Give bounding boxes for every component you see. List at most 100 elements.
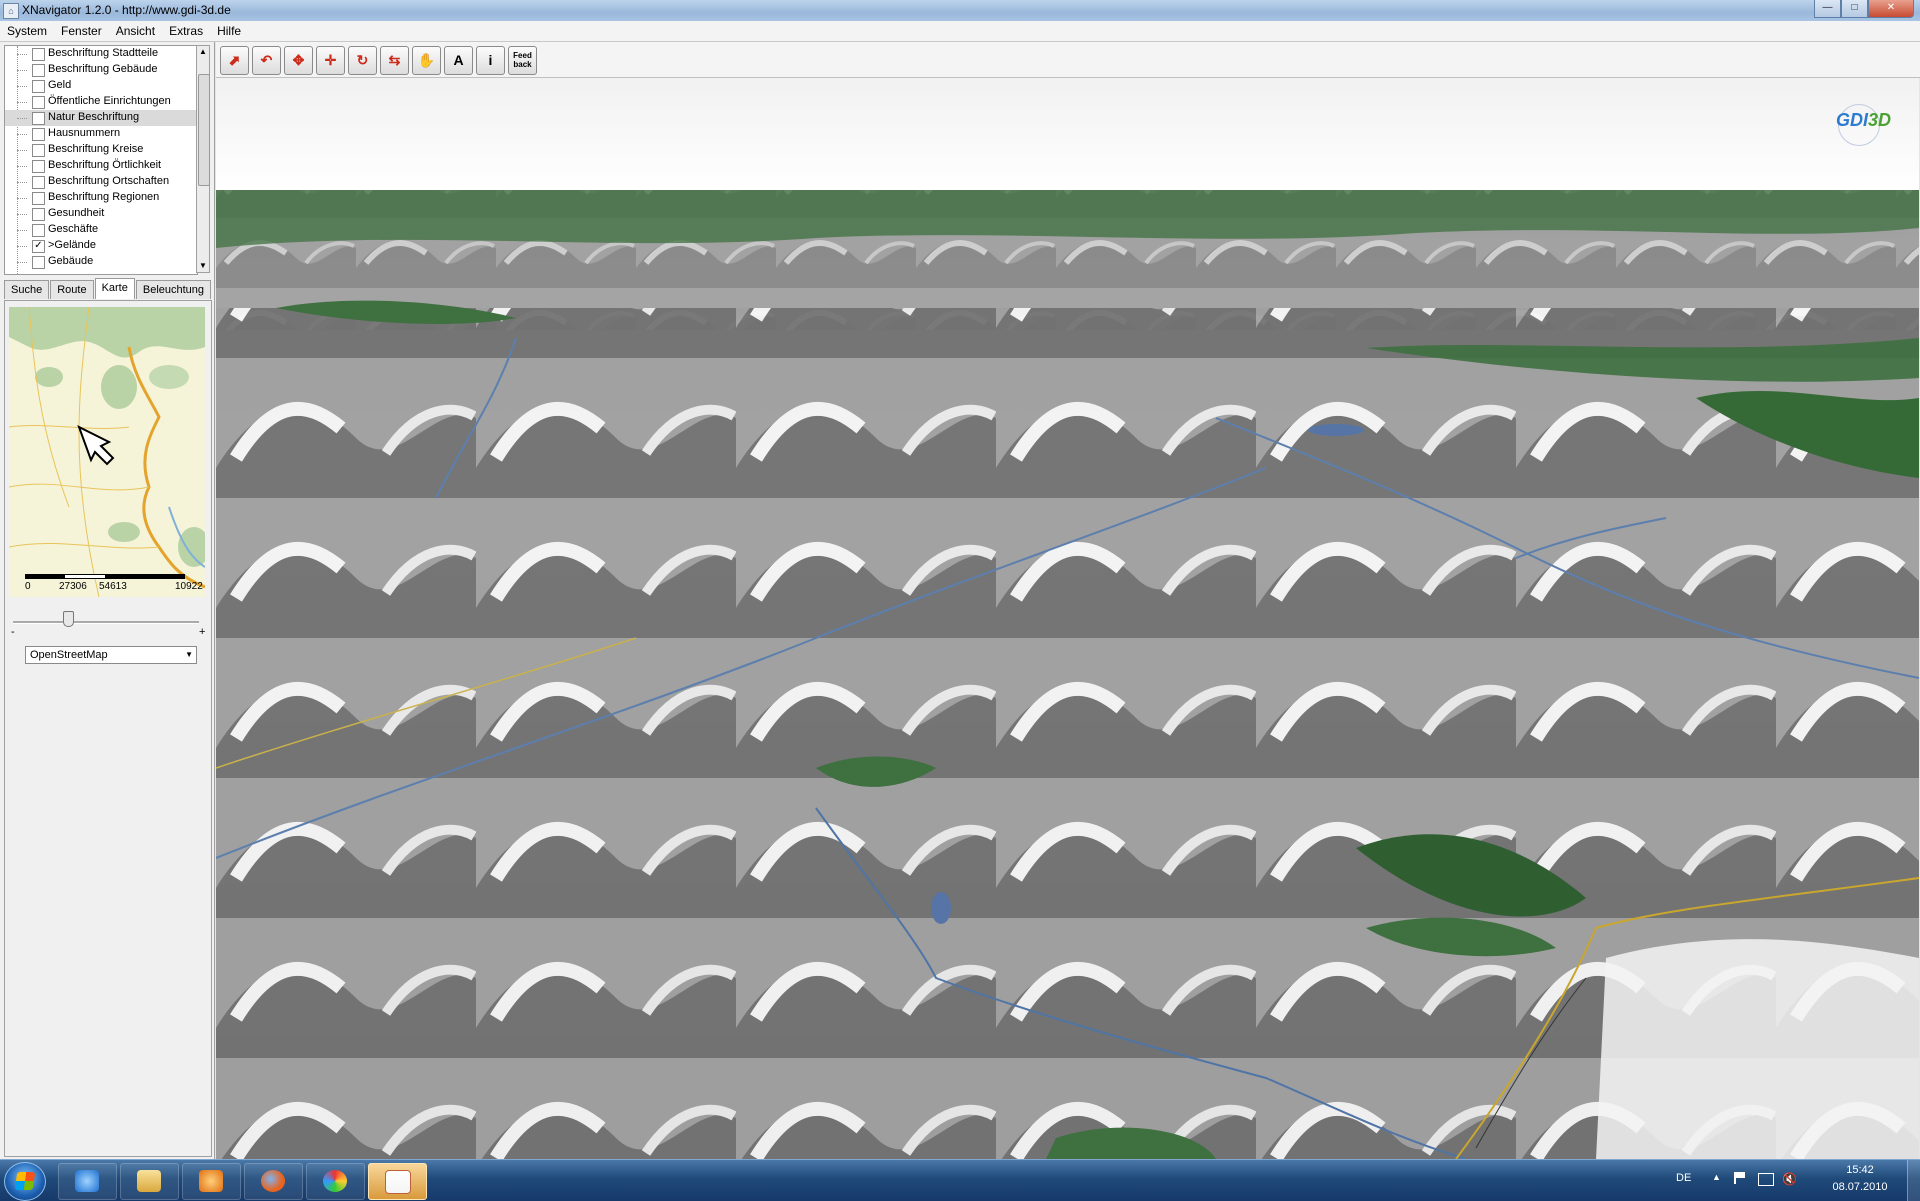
layer-label: Beschriftung Örtlichkeit [48, 159, 162, 171]
tool-hand-icon[interactable]: ✋ [412, 46, 441, 75]
scale-label-1: 27306 [59, 581, 87, 592]
map-source-select[interactable]: OpenStreetMap ▼ [25, 646, 197, 664]
network-icon[interactable] [1758, 1173, 1774, 1186]
action-center-flag-icon[interactable] [1734, 1172, 1748, 1184]
layer-checkbox[interactable] [32, 256, 45, 269]
layer-label: Beschriftung Stadtteile [48, 47, 159, 59]
info-glyph: i [488, 52, 493, 68]
scale-label-3: 10922 [175, 581, 203, 592]
tray-expand-icon[interactable]: ▲ [1712, 1172, 1721, 1182]
tab-suche[interactable]: Suche [4, 280, 50, 299]
gdi3d-logo: GDI3D [1836, 110, 1891, 131]
tab-karte[interactable]: Karte [94, 278, 135, 299]
layer-row[interactable]: Gesundheit [5, 206, 197, 222]
menu-hilfe[interactable]: Hilfe [210, 21, 248, 41]
map-source-value: OpenStreetMap [30, 649, 108, 661]
layer-label: Beschriftung Kreise [48, 143, 144, 155]
zoom-slider-knob[interactable] [63, 611, 74, 627]
internet-explorer-icon[interactable] [58, 1163, 117, 1200]
3d-terrain-view[interactable] [216, 78, 1919, 1159]
layer-label: Geld [48, 79, 72, 91]
layer-checkbox[interactable] [32, 80, 45, 93]
navigation-toolbar: ⬈ ↶ ✥ ✛ ↻ ⇆ ✋ A i Feed back [216, 42, 1920, 78]
menu-ansicht[interactable]: Ansicht [109, 21, 162, 41]
layer-checkbox[interactable]: ✓ [32, 240, 45, 253]
left-panel: Beschriftung Stadtteile Beschriftung Gebä… [0, 42, 215, 1159]
layer-checkbox[interactable] [32, 144, 45, 157]
layer-row[interactable]: Natur Beschriftung [5, 110, 197, 126]
karte-pane: 0 27306 54613 10922 - + OpenStreetMap ▼ [4, 300, 212, 1157]
tool-annotation-icon[interactable]: A [444, 46, 473, 75]
layer-checkbox[interactable] [32, 112, 45, 125]
layer-row[interactable]: Beschriftung Gebäude [5, 62, 197, 78]
scroll-thumb[interactable] [198, 74, 210, 186]
layer-row[interactable]: Gebäude [5, 254, 197, 270]
layer-label: Beschriftung Regionen [48, 191, 160, 203]
tool-pan-arrows-icon[interactable]: ✥ [284, 46, 313, 75]
layer-row[interactable]: Beschriftung Örtlichkeit [5, 158, 197, 174]
system-tray: DE ▲ 🔇 15:42 08.07.2010 [1660, 1160, 1920, 1201]
tool-move-arrows-icon[interactable]: ✛ [316, 46, 345, 75]
logo-part-gdi: GDI [1836, 110, 1869, 130]
layer-checkbox[interactable] [32, 192, 45, 205]
layer-row[interactable]: Geschäfte [5, 222, 197, 238]
layer-row[interactable]: ✓ >Gelände [5, 238, 197, 254]
tool-move-forward-icon[interactable]: ⬈ [220, 46, 249, 75]
layer-checkbox[interactable] [32, 208, 45, 221]
explorer-folder-icon[interactable] [120, 1163, 179, 1200]
menu-system[interactable]: System [0, 21, 54, 41]
layer-row[interactable]: Beschriftung Kreise [5, 142, 197, 158]
tab-route[interactable]: Route [50, 280, 94, 299]
layer-checkbox[interactable] [32, 160, 45, 173]
layer-tree: Beschriftung Stadtteile Beschriftung Gebä… [4, 45, 198, 275]
scroll-up-icon[interactable]: ▲ [197, 46, 209, 58]
layer-row[interactable]: Beschriftung Regionen [5, 190, 197, 206]
menu-fenster[interactable]: Fenster [54, 21, 109, 41]
layer-label: Beschriftung Gebäude [48, 63, 158, 75]
tool-info-icon[interactable]: i [476, 46, 505, 75]
layer-label: Öffentliche Einrichtungen [48, 95, 171, 107]
firefox-icon[interactable] [244, 1163, 303, 1200]
tool-tilt-icon[interactable]: ↶ [252, 46, 281, 75]
layer-row[interactable]: Beschriftung Stadtteile [5, 46, 197, 62]
minimize-button[interactable]: — [1814, 0, 1841, 18]
layer-checkbox[interactable] [32, 48, 45, 61]
clock-date[interactable]: 08.07.2010 [1820, 1181, 1900, 1193]
start-button[interactable] [4, 1162, 46, 1201]
layer-checkbox[interactable] [32, 96, 45, 109]
volume-muted-icon[interactable]: 🔇 [1782, 1172, 1797, 1186]
scroll-down-icon[interactable]: ▼ [197, 260, 209, 272]
window-title-bar[interactable]: ⌂ XNavigator 1.2.0 - http://www.gdi-3d.d… [0, 0, 1920, 22]
layer-row[interactable]: Hausnummern [5, 126, 197, 142]
menu-extras[interactable]: Extras [162, 21, 210, 41]
media-player-icon[interactable] [182, 1163, 241, 1200]
scale-label-2: 54613 [99, 581, 127, 592]
show-desktop-button[interactable] [1907, 1160, 1920, 1201]
layer-row[interactable]: Beschriftung Ortschaften [5, 174, 197, 190]
layer-tree-scrollbar[interactable]: ▲ ▼ [196, 45, 210, 273]
layer-row[interactable]: Öffentliche Einrichtungen [5, 94, 197, 110]
layer-checkbox[interactable] [32, 176, 45, 189]
app-icon[interactable]: ⌂ [3, 3, 19, 19]
layer-checkbox[interactable] [32, 128, 45, 141]
layer-checkbox[interactable] [32, 224, 45, 237]
layer-label: Gesundheit [48, 207, 105, 219]
layer-checkbox[interactable] [32, 64, 45, 77]
clock-time[interactable]: 15:42 [1830, 1164, 1890, 1176]
java-icon[interactable] [368, 1163, 427, 1200]
language-indicator[interactable]: DE [1676, 1172, 1691, 1184]
tool-rotate-icon[interactable]: ↻ [348, 46, 377, 75]
layer-label: Beschriftung Ortschaften [48, 175, 170, 187]
tool-feedback-icon[interactable]: Feed back [508, 46, 537, 75]
layer-label: Geschäfte [48, 223, 99, 235]
close-button[interactable]: ✕ [1868, 0, 1914, 18]
layer-row[interactable]: Geld [5, 78, 197, 94]
zoom-slider-track[interactable] [13, 621, 199, 624]
zoom-minus-label: - [11, 626, 15, 638]
scale-bar [25, 574, 185, 579]
paint-icon[interactable] [306, 1163, 365, 1200]
tool-undo-icon[interactable]: ⇆ [380, 46, 409, 75]
overview-map[interactable] [9, 307, 205, 597]
maximize-button[interactable]: □ [1841, 0, 1868, 18]
tab-beleuchtung[interactable]: Beleuchtung [135, 280, 212, 299]
